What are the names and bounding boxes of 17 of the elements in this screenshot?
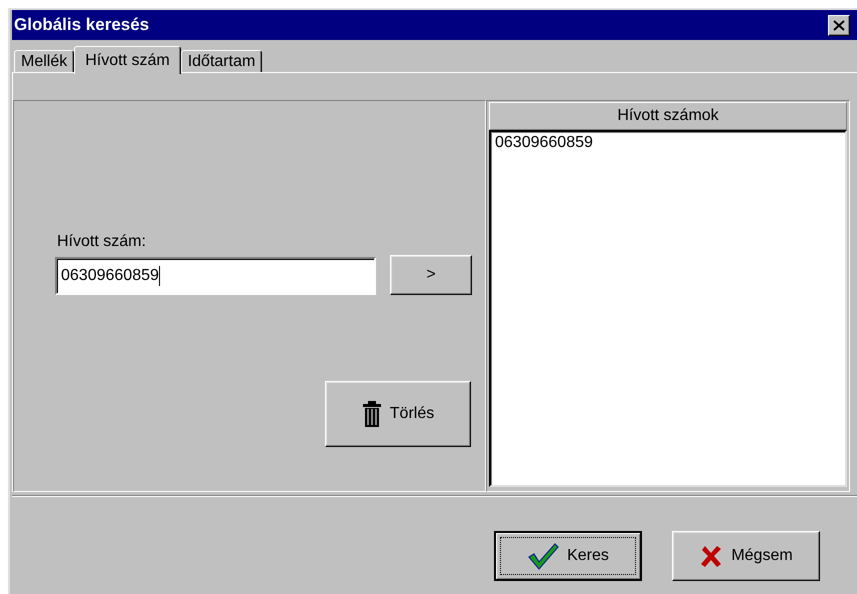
search-button[interactable]: Keres — [494, 531, 642, 581]
tab[interactable]: Időtartam — [180, 50, 262, 72]
close-button[interactable] — [828, 14, 850, 36]
trash-icon — [362, 401, 382, 427]
cancel-button[interactable]: Mégsem — [672, 531, 820, 581]
checkmark-icon — [527, 542, 560, 570]
list-header: Hívott számok — [489, 102, 847, 130]
window-title: Globális keresés — [14, 15, 150, 35]
list-item[interactable]: 06309660859 — [495, 134, 593, 152]
add-button[interactable]: > — [390, 255, 472, 295]
cross-icon — [699, 544, 724, 568]
tab[interactable]: Mellék — [14, 50, 74, 72]
field-label: Hívott szám: — [57, 233, 146, 251]
close-icon — [833, 20, 845, 30]
number-field[interactable]: 06309660859 — [55, 257, 376, 295]
tab[interactable]: Hívott szám — [74, 46, 181, 74]
delete-button[interactable]: Törlés — [325, 381, 471, 447]
